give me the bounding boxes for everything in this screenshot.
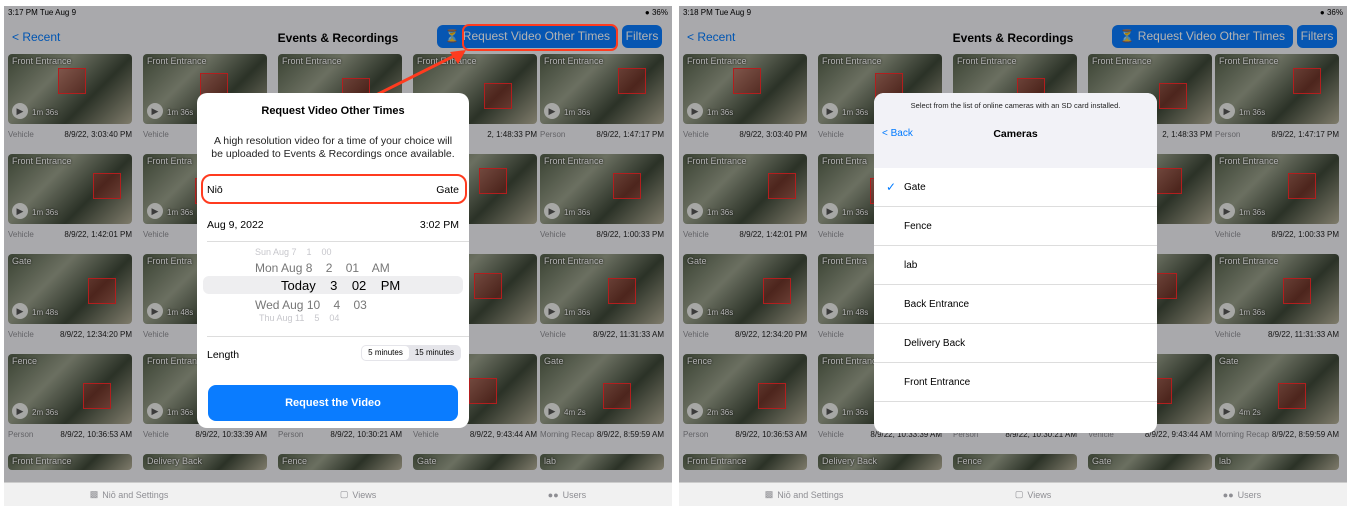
picker-row: Sun Aug 7 1 00 xyxy=(255,247,332,257)
tab-settings[interactable]: ▩ Niō and Settings xyxy=(765,489,844,500)
camera-hint: Select from the list of online cameras w… xyxy=(910,101,1121,110)
camera-name: Gate xyxy=(904,182,926,193)
right-screenshot: 3:18 PM Tue Aug 9 ● 36% < Recent Events … xyxy=(679,6,1347,506)
screen-icon: ▢ xyxy=(1014,489,1024,499)
camera-option[interactable]: Front Entrance xyxy=(874,363,1157,402)
camera-name: Delivery Back xyxy=(904,338,966,349)
camera-name: lab xyxy=(904,260,918,271)
screen-icon: ▢ xyxy=(339,489,349,499)
divider xyxy=(207,336,469,337)
camera-option[interactable]: lab xyxy=(874,246,1157,285)
picker-row: Wed Aug 10 4 03 xyxy=(255,298,367,312)
date-time-picker[interactable]: Sun Aug 7 1 00 Mon Aug 8 2 01 AM Today 3… xyxy=(197,243,469,323)
camera-option[interactable]: ✓ Gate xyxy=(874,168,1157,207)
modal-title: Request Video Other Times xyxy=(261,105,405,117)
date-row[interactable]: Aug 9, 2022 3:02 PM xyxy=(197,219,469,231)
tab-label: Users xyxy=(562,489,587,500)
left-screenshot: 3:17 PM Tue Aug 9 ● 36% < Recent Events … xyxy=(4,6,672,506)
tab-users[interactable]: ●● Users xyxy=(548,490,586,500)
tab-label: Niō and Settings xyxy=(777,489,844,500)
modal-description: A high resolution video for a time of yo… xyxy=(211,135,455,160)
users-icon: ●● xyxy=(547,489,559,500)
camera-option[interactable]: Fence xyxy=(874,207,1157,246)
checkmark-icon: ✓ xyxy=(886,180,897,194)
tab-views[interactable]: ▢ Views xyxy=(340,489,376,500)
time-value: 3:02 PM xyxy=(419,219,459,231)
camera-option[interactable]: Back Entrance xyxy=(874,285,1157,324)
tab-label: Users xyxy=(1237,489,1262,500)
nio-icon: ▩ xyxy=(89,489,99,499)
divider xyxy=(207,241,469,242)
camera-option[interactable]: Delivery Back xyxy=(874,324,1157,363)
picker-row: Thu Aug 11 5 04 xyxy=(259,313,340,323)
tab-views[interactable]: ▢ Views xyxy=(1015,489,1051,500)
tab-bar: ▩ Niō and Settings ▢ Views ●● Users xyxy=(4,482,672,506)
camera-name: Front Entrance xyxy=(904,377,971,388)
picker-row-selected: Today 3 02 PM xyxy=(281,278,401,293)
tab-label: Views xyxy=(352,489,377,500)
users-icon: ●● xyxy=(1222,489,1234,500)
highlight-request-button xyxy=(462,24,618,51)
length-5-minutes[interactable]: 5 minutes xyxy=(362,346,409,360)
tab-label: Views xyxy=(1027,489,1052,500)
picker-row: Mon Aug 8 2 01 AM xyxy=(255,261,390,275)
camera-select-modal: Select from the list of online cameras w… xyxy=(874,93,1157,433)
tab-settings[interactable]: ▩ Niō and Settings xyxy=(90,489,169,500)
modal-title: Cameras xyxy=(993,128,1038,140)
date-value: Aug 9, 2022 xyxy=(207,219,264,231)
highlight-camera-row xyxy=(201,174,467,204)
camera-name: Fence xyxy=(904,221,932,232)
camera-name: Back Entrance xyxy=(904,299,970,310)
length-15-minutes[interactable]: 15 minutes xyxy=(409,346,460,360)
length-segmented-control[interactable]: 5 minutes 15 minutes xyxy=(361,345,461,361)
request-video-modal: Request Video Other Times A high resolut… xyxy=(197,93,469,428)
tab-users[interactable]: ●● Users xyxy=(1223,490,1261,500)
modal-header: Select from the list of online cameras w… xyxy=(874,93,1157,168)
nio-icon: ▩ xyxy=(764,489,774,499)
tab-bar: ▩ Niō and Settings ▢ Views ●● Users xyxy=(679,482,1347,506)
request-the-video-button[interactable]: Request the Video xyxy=(208,385,458,421)
tab-label: Niō and Settings xyxy=(102,489,169,500)
